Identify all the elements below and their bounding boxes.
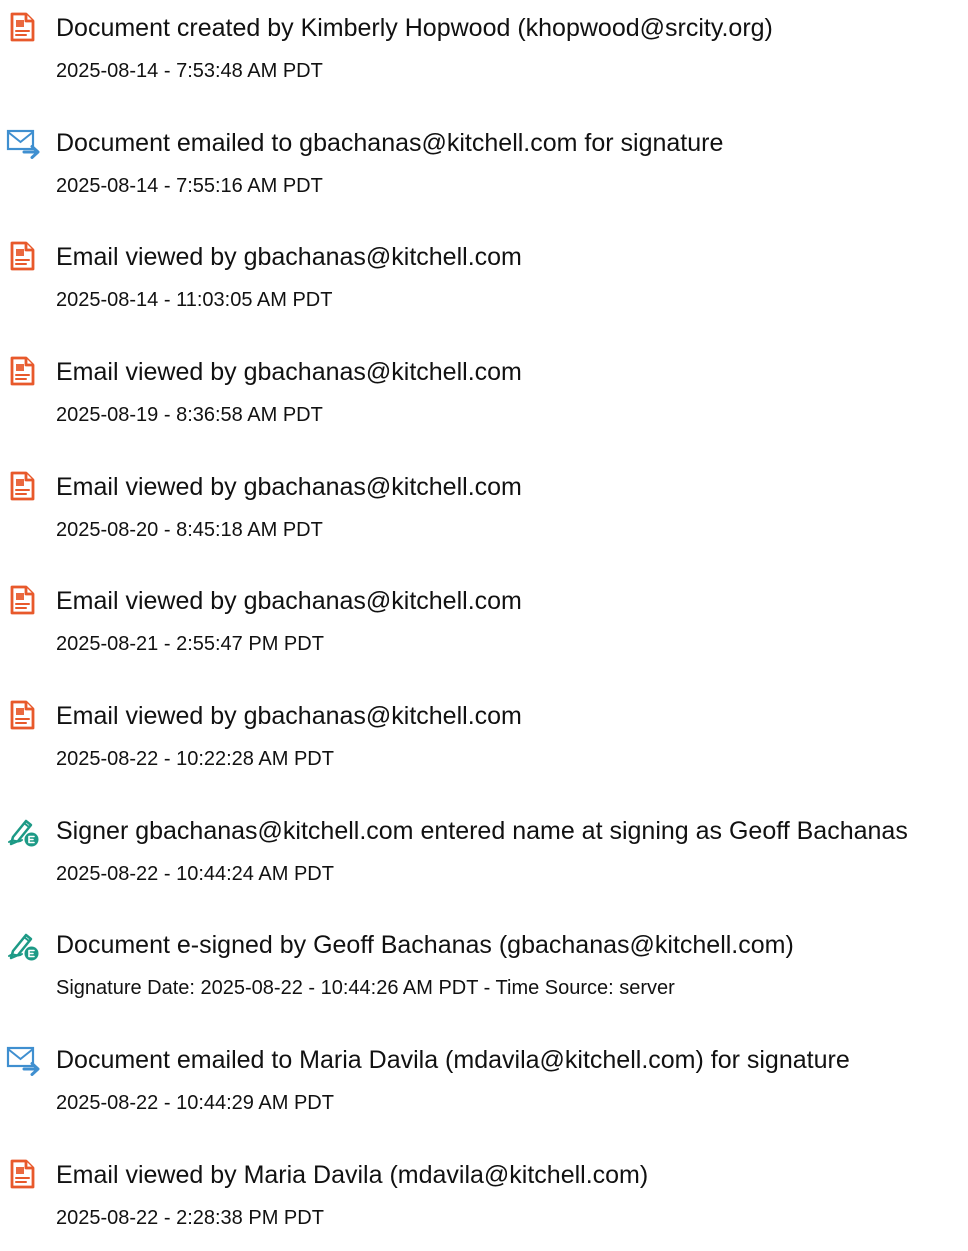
- audit-event: Email viewed by gbachanas@kitchell.com 2…: [0, 577, 968, 677]
- document-orange-icon: [6, 583, 40, 617]
- event-title: Document emailed to gbachanas@kitchell.c…: [56, 129, 724, 157]
- document-orange-icon: [6, 698, 40, 732]
- event-title: Email viewed by gbachanas@kitchell.com: [56, 358, 522, 386]
- esign-pen-icon: [6, 813, 40, 847]
- event-timestamp: Signature Date: 2025-08-22 - 10:44:26 AM…: [56, 977, 675, 999]
- event-timestamp: 2025-08-22 - 10:22:28 AM PDT: [56, 748, 334, 770]
- document-orange-icon: [6, 354, 40, 388]
- event-timestamp: 2025-08-20 - 8:45:18 AM PDT: [56, 519, 323, 541]
- event-title: Email viewed by Maria Davila (mdavila@ki…: [56, 1161, 649, 1189]
- audit-event: Email viewed by gbachanas@kitchell.com 2…: [0, 233, 968, 333]
- event-timestamp: 2025-08-14 - 7:53:48 AM PDT: [56, 60, 323, 82]
- event-title: Document created by Kimberly Hopwood (kh…: [56, 14, 773, 42]
- document-orange-icon: [6, 10, 40, 44]
- event-timestamp: 2025-08-14 - 7:55:16 AM PDT: [56, 175, 323, 197]
- event-timestamp: 2025-08-22 - 10:44:29 AM PDT: [56, 1092, 334, 1114]
- audit-event: Signer gbachanas@kitchell.com entered na…: [0, 807, 968, 907]
- audit-trail-event-list: Document created by Kimberly Hopwood (kh…: [0, 0, 968, 1229]
- audit-event: Email viewed by Maria Davila (mdavila@ki…: [0, 1151, 968, 1251]
- email-send-icon: [6, 1042, 40, 1076]
- event-title: Signer gbachanas@kitchell.com entered na…: [56, 817, 908, 845]
- event-timestamp: 2025-08-22 - 2:28:38 PM PDT: [56, 1207, 324, 1229]
- event-timestamp: 2025-08-21 - 2:55:47 PM PDT: [56, 633, 324, 655]
- event-title: Email viewed by gbachanas@kitchell.com: [56, 587, 522, 615]
- document-orange-icon: [6, 469, 40, 503]
- event-title: Email viewed by gbachanas@kitchell.com: [56, 473, 522, 501]
- audit-event: Email viewed by gbachanas@kitchell.com 2…: [0, 348, 968, 448]
- event-title: Document emailed to Maria Davila (mdavil…: [56, 1046, 850, 1074]
- email-send-icon: [6, 125, 40, 159]
- esign-pen-icon: [6, 927, 40, 961]
- audit-event: Document emailed to gbachanas@kitchell.c…: [0, 119, 968, 219]
- audit-event: Email viewed by gbachanas@kitchell.com 2…: [0, 463, 968, 563]
- document-orange-icon: [6, 239, 40, 273]
- event-title: Email viewed by gbachanas@kitchell.com: [56, 702, 522, 730]
- audit-event: Document e-signed by Geoff Bachanas (gba…: [0, 921, 968, 1021]
- document-orange-icon: [6, 1157, 40, 1191]
- event-timestamp: 2025-08-22 - 10:44:24 AM PDT: [56, 863, 334, 885]
- event-title: Document e-signed by Geoff Bachanas (gba…: [56, 931, 794, 959]
- audit-event: Document emailed to Maria Davila (mdavil…: [0, 1036, 968, 1136]
- audit-event: Email viewed by gbachanas@kitchell.com 2…: [0, 692, 968, 792]
- event-timestamp: 2025-08-19 - 8:36:58 AM PDT: [56, 404, 323, 426]
- event-timestamp: 2025-08-14 - 11:03:05 AM PDT: [56, 289, 333, 311]
- event-title: Email viewed by gbachanas@kitchell.com: [56, 243, 522, 271]
- audit-event: Document created by Kimberly Hopwood (kh…: [0, 4, 968, 104]
